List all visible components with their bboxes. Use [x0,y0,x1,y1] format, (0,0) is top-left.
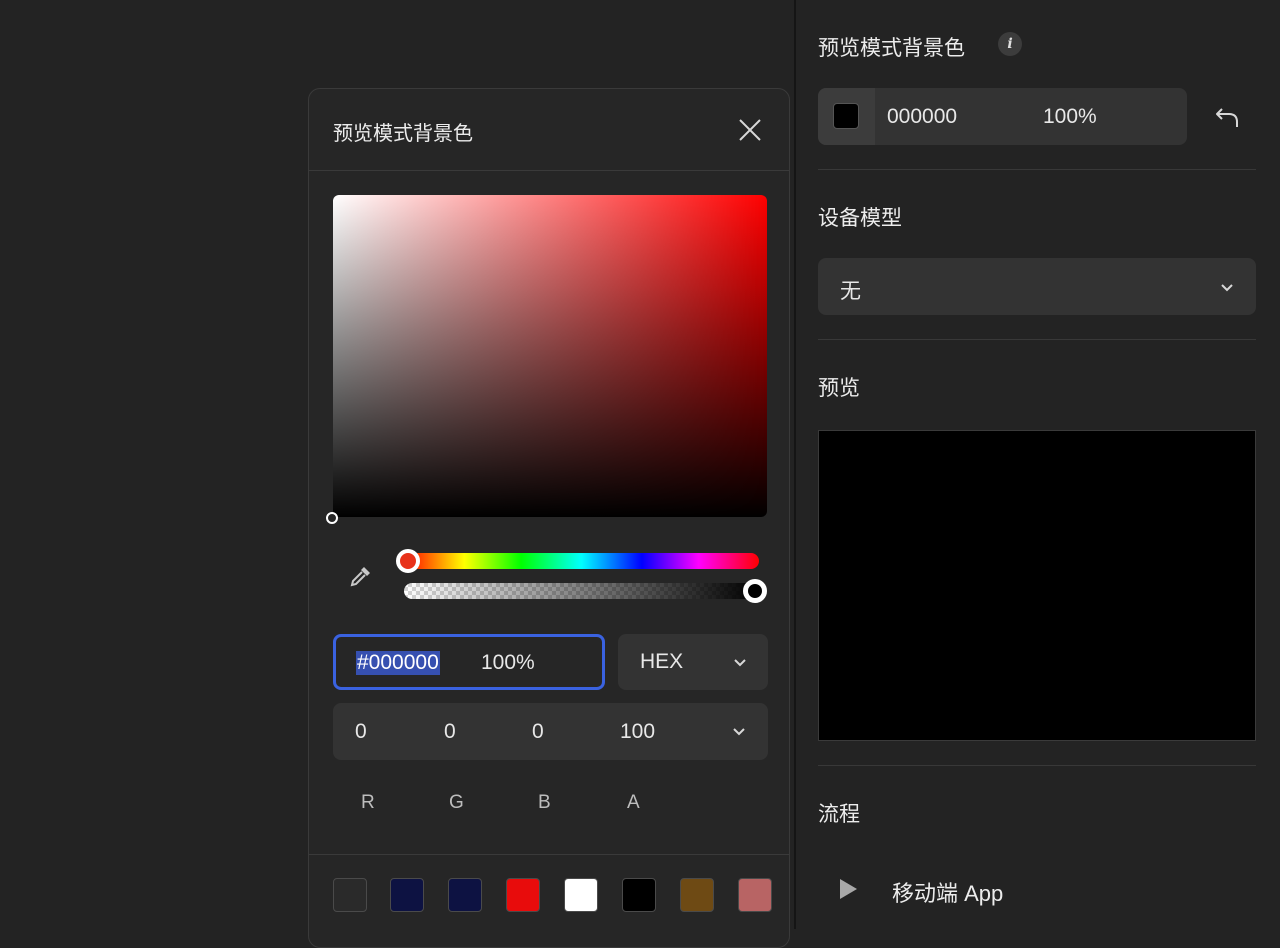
color-swatch[interactable] [680,878,714,912]
bg-color-swatch [833,103,859,129]
chevron-down-icon[interactable] [732,727,746,737]
color-format-label: HEX [640,650,684,673]
section-divider [818,339,1256,340]
flow-title: 流程 [818,803,860,826]
picker-divider [309,854,789,855]
bg-color-field: 000000 100% [818,88,1187,145]
sv-cursor[interactable] [326,512,338,524]
color-swatch[interactable] [564,878,598,912]
green-input[interactable]: 0 [444,720,456,744]
bg-color-hex-input[interactable]: 000000 [887,105,957,129]
alpha-slider[interactable] [404,579,767,603]
hue-slider[interactable] [396,549,759,573]
hex-alpha-text: 100% [481,651,535,674]
eyedropper-icon[interactable] [349,564,373,588]
device-model-select[interactable]: 无 [818,258,1256,315]
alpha-slider-thumb[interactable] [743,579,767,603]
color-format-select[interactable]: HEX [618,634,768,690]
color-swatch[interactable] [622,878,656,912]
preview-canvas [818,430,1256,741]
section-divider [818,765,1256,766]
color-swatch[interactable] [506,878,540,912]
flow-item-label: 移动端 App [892,881,1004,906]
color-swatch[interactable] [333,878,367,912]
bg-color-swatch-button[interactable] [818,88,875,145]
picker-title: 预览模式背景色 [333,123,473,145]
preview-title: 预览 [818,377,860,400]
alpha-label: A [627,792,640,813]
play-icon [840,879,857,899]
blue-input[interactable]: 0 [532,720,544,744]
hex-color-input[interactable]: #000000 100% [333,634,605,690]
red-label: R [361,792,375,813]
section-divider [818,169,1256,170]
color-swatch[interactable] [448,878,482,912]
close-icon[interactable] [737,117,763,143]
color-picker-popover: 预览模式背景色 #000000 100% HEX 0 0 0 100 R G B… [308,88,790,948]
red-input[interactable]: 0 [355,720,367,744]
chevron-down-icon [1221,284,1233,292]
device-model-value: 无 [840,280,861,303]
device-model-title: 设备模型 [818,207,902,230]
alpha-input[interactable]: 100 [620,720,655,744]
chevron-down-icon [734,659,746,667]
bg-color-alpha-input[interactable]: 100% [1043,105,1097,129]
color-swatch[interactable] [390,878,424,912]
green-label: G [449,792,464,813]
panel-divider [794,0,796,929]
info-icon[interactable]: i [998,32,1022,56]
saturation-value-area[interactable] [326,195,767,524]
undo-icon[interactable] [1213,103,1241,131]
hue-slider-thumb[interactable] [396,549,420,573]
picker-divider [309,170,789,171]
color-swatch[interactable] [738,878,772,912]
blue-label: B [538,792,551,813]
hex-value-text: #000000 [356,651,440,675]
rgba-input-row: 0 0 0 100 [333,703,768,760]
flow-item-mobile-app[interactable]: 移动端 App [818,862,1256,916]
bg-color-title: 预览模式背景色 [818,37,965,60]
